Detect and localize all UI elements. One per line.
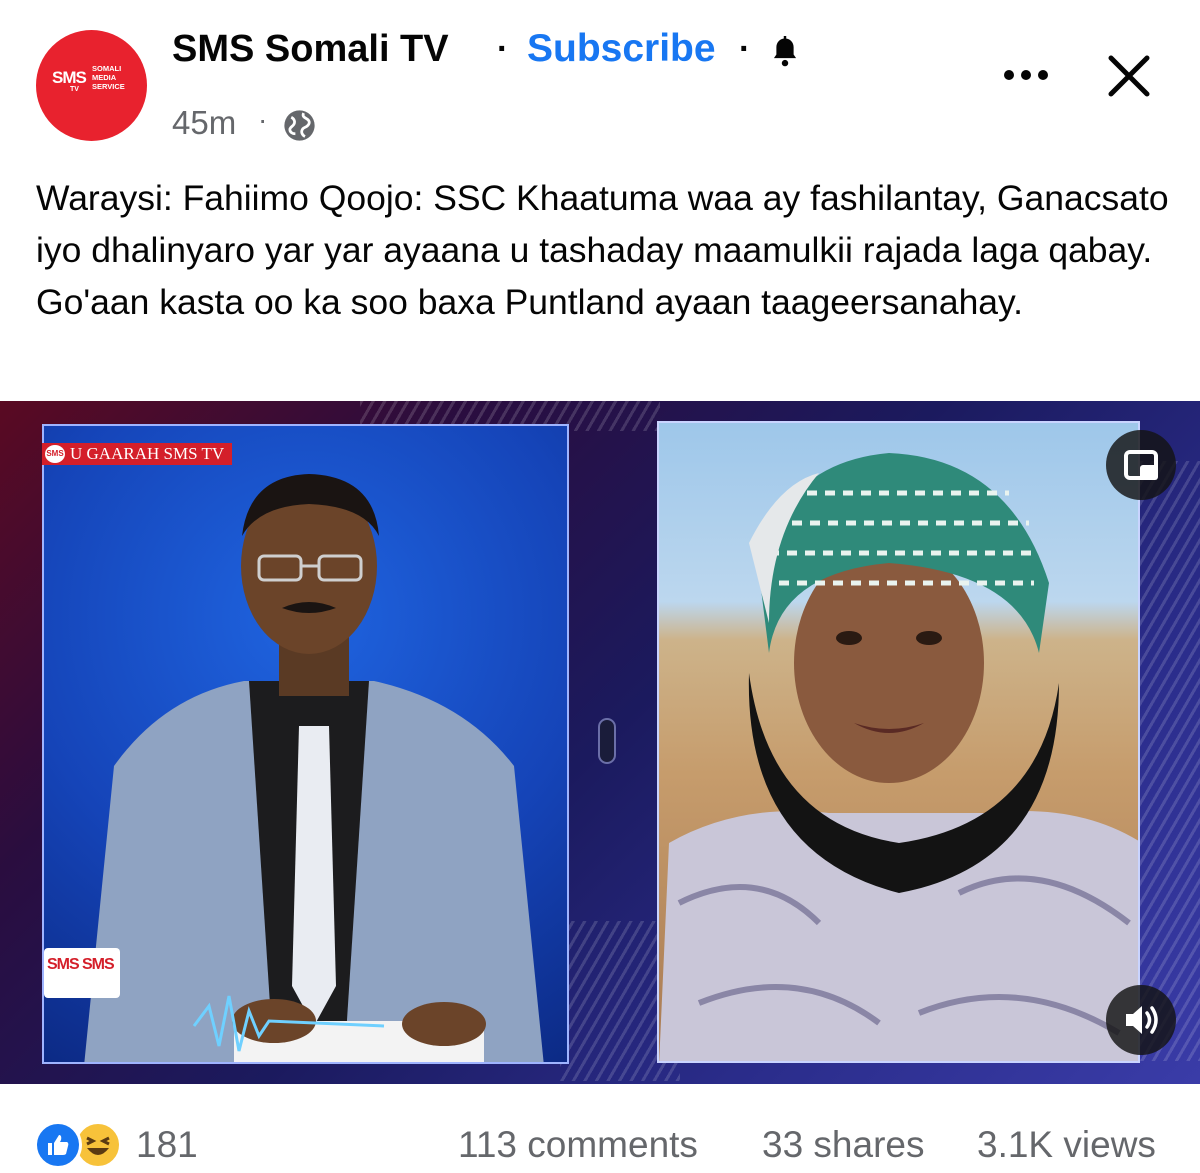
channel-corner-logo: SMS SMS: [44, 948, 120, 998]
avatar-logo-line: SOMALI: [92, 64, 122, 73]
avatar-logo-tv: TV: [70, 86, 79, 93]
post-header: SMS TV SOMALI MEDIA SERVICE SMS Somali T…: [0, 0, 1200, 160]
background-streak: [1140, 461, 1200, 1061]
avatar-logo-text: SOMALI MEDIA SERVICE: [92, 64, 142, 91]
avatar-logo-sms: SMS: [52, 68, 87, 87]
ticker-badge-label: U GAARAH SMS TV: [70, 444, 225, 463]
ticker-badge: SMS U GAARAH SMS TV: [42, 443, 233, 465]
comments-count[interactable]: 113 comments: [458, 1124, 698, 1166]
picture-in-picture-button[interactable]: [1106, 430, 1176, 500]
anchor-figure: [84, 474, 544, 1062]
video-panel-anchor: [42, 424, 569, 1064]
separator-dot: ·: [497, 30, 509, 68]
corner-logo-text: SMS: [47, 956, 80, 973]
ticker-badge-logo: SMS: [45, 445, 65, 463]
globe-icon: [284, 110, 315, 141]
page-avatar[interactable]: SMS TV SOMALI MEDIA SERVICE: [36, 30, 147, 141]
corner-logo-text: SMS: [82, 956, 115, 973]
post-time[interactable]: 45m: [172, 104, 236, 142]
video-player[interactable]: SMS U GAARAH SMS TV SMS SMS: [0, 401, 1200, 1084]
separator-dot: ·: [739, 30, 751, 68]
like-icon[interactable]: [34, 1121, 82, 1169]
picture-in-picture-icon: [1124, 450, 1158, 480]
video-panel-guest: [657, 421, 1140, 1063]
avatar-logo-line: SERVICE: [92, 82, 125, 91]
post-caption: Waraysi: Fahiimo Qoojo: SSC Khaatuma waa…: [36, 178, 1169, 322]
more-icon[interactable]: [1000, 58, 1052, 92]
split-divider-knob: [598, 718, 616, 764]
page-name[interactable]: SMS Somali TV: [172, 28, 449, 71]
close-icon[interactable]: [1103, 50, 1155, 102]
volume-button[interactable]: [1106, 985, 1176, 1055]
views-count: 3.1K views: [977, 1124, 1156, 1165]
thumbs-up: [48, 1135, 69, 1155]
bell-icon[interactable]: [770, 36, 800, 68]
subscribe-button[interactable]: Subscribe: [527, 27, 716, 71]
volume-icon: [1126, 1006, 1158, 1034]
separator-dot: ·: [258, 104, 268, 135]
haha-face: [86, 1136, 110, 1155]
shares-count[interactable]: 33 shares: [762, 1124, 925, 1166]
guest-figure: [659, 453, 1138, 1061]
reactions-count[interactable]: 181: [136, 1124, 198, 1166]
avatar-logo-line: MEDIA: [92, 73, 117, 82]
